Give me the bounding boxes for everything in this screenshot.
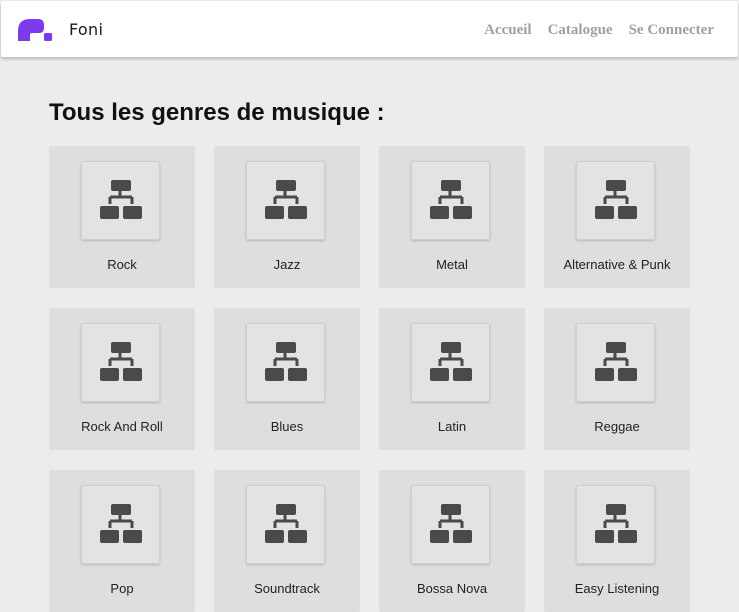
- genre-card-easy-listening[interactable]: Easy Listening: [544, 470, 690, 612]
- genre-label: Rock And Roll: [81, 419, 163, 434]
- genre-label: Bossa Nova: [416, 581, 488, 596]
- sitemap-icon: [264, 179, 307, 219]
- sitemap-icon: [594, 179, 637, 219]
- genre-card-pop[interactable]: Pop: [49, 470, 195, 612]
- genre-label: Latin: [437, 419, 467, 434]
- genre-card-rock[interactable]: Rock: [49, 146, 195, 288]
- genre-label: Reggae: [594, 419, 640, 434]
- genre-label: Jazz: [273, 257, 301, 272]
- sitemap-icon: [264, 341, 307, 381]
- page-title: Tous les genres de musique :: [49, 99, 385, 126]
- navbar: Foni Accueil Catalogue Se Connecter: [1, 1, 738, 57]
- genre-card-rock-and-roll[interactable]: Rock And Roll: [49, 308, 195, 450]
- sitemap-icon: [99, 341, 142, 381]
- nav-link-catalogue[interactable]: Catalogue: [548, 22, 613, 39]
- sitemap-icon: [594, 341, 637, 381]
- sitemap-icon: [99, 179, 142, 219]
- genre-thumbnail: [576, 161, 655, 240]
- genre-thumbnail: [576, 323, 655, 402]
- foni-logo-icon[interactable]: [18, 19, 52, 41]
- genre-card-jazz[interactable]: Jazz: [214, 146, 360, 288]
- genre-thumbnail: [576, 485, 655, 564]
- genre-thumbnail: [246, 323, 325, 402]
- genre-thumbnail: [411, 161, 490, 240]
- genre-grid: Rock Jazz Metal Alternative & Punk Rock …: [49, 146, 690, 612]
- genre-thumbnail: [246, 485, 325, 564]
- nav-link-se-connecter[interactable]: Se Connecter: [629, 22, 714, 39]
- genre-card-latin[interactable]: Latin: [379, 308, 525, 450]
- genre-label: Rock: [107, 257, 137, 272]
- genre-label: Soundtrack: [254, 581, 320, 596]
- sitemap-icon: [264, 503, 307, 543]
- sitemap-icon: [429, 179, 472, 219]
- genre-card-reggae[interactable]: Reggae: [544, 308, 690, 450]
- genre-thumbnail: [81, 161, 160, 240]
- sitemap-icon: [594, 503, 637, 543]
- genre-thumbnail: [81, 323, 160, 402]
- sitemap-icon: [99, 503, 142, 543]
- genre-card-alternative-punk[interactable]: Alternative & Punk: [544, 146, 690, 288]
- sitemap-icon: [429, 503, 472, 543]
- genre-card-bossa-nova[interactable]: Bossa Nova: [379, 470, 525, 612]
- genre-label: Blues: [270, 419, 304, 434]
- genre-card-blues[interactable]: Blues: [214, 308, 360, 450]
- sitemap-icon: [429, 341, 472, 381]
- genre-label: Alternative & Punk: [563, 257, 671, 272]
- brand-name[interactable]: Foni: [69, 20, 103, 39]
- genre-thumbnail: [81, 485, 160, 564]
- genre-thumbnail: [411, 323, 490, 402]
- genre-label: Pop: [110, 581, 134, 596]
- genre-card-soundtrack[interactable]: Soundtrack: [214, 470, 360, 612]
- nav-links: Accueil Catalogue Se Connecter: [484, 22, 714, 39]
- genre-label: Metal: [436, 257, 468, 272]
- nav-link-accueil[interactable]: Accueil: [484, 22, 531, 39]
- genre-thumbnail: [411, 485, 490, 564]
- genre-thumbnail: [246, 161, 325, 240]
- genre-label: Easy Listening: [574, 581, 660, 596]
- genre-card-metal[interactable]: Metal: [379, 146, 525, 288]
